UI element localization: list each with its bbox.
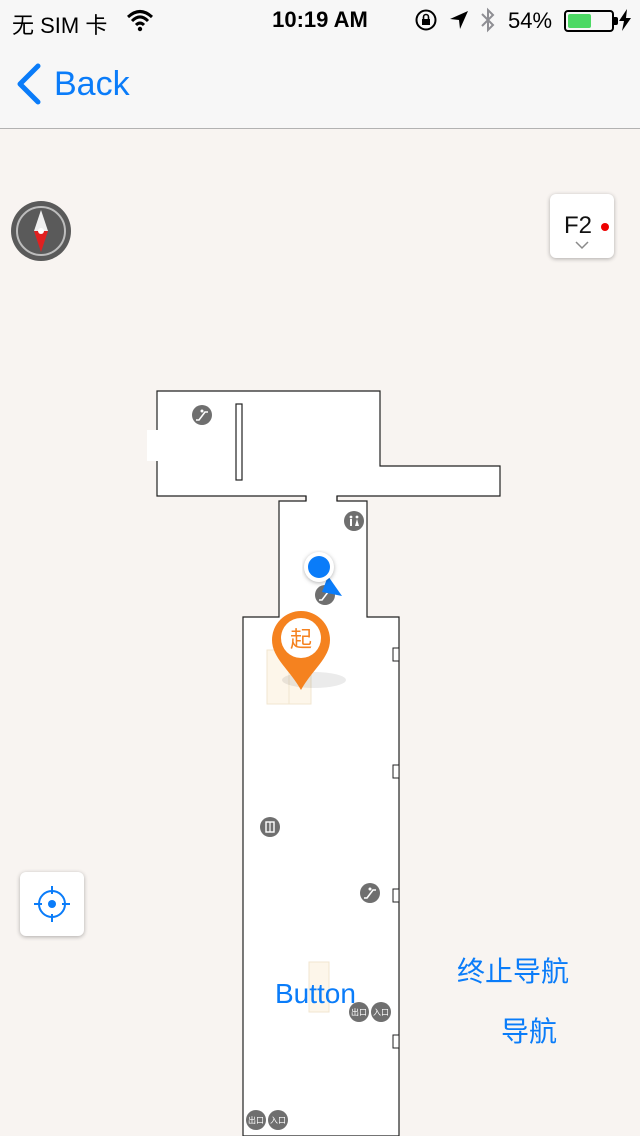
orientation-lock-icon: [415, 9, 437, 31]
status-bar: 无 SIM 卡 10:19 AM 54%: [0, 0, 640, 40]
battery-icon: [564, 10, 618, 32]
bluetooth-icon: [481, 7, 495, 33]
escalator-icon: [192, 405, 212, 425]
entrance-icon: 入口: [268, 1110, 288, 1130]
entrance-icon: 入口: [371, 1002, 391, 1022]
user-location-icon: [304, 552, 342, 596]
start-marker-label: 起: [290, 628, 312, 653]
floor-selector[interactable]: F2: [550, 194, 614, 258]
generic-button[interactable]: Button: [275, 978, 356, 1010]
chevron-left-icon: [17, 63, 41, 105]
back-label: Back: [54, 64, 130, 103]
elevator-icon: [260, 817, 280, 837]
stop-navigation-button[interactable]: 终止导航: [457, 950, 569, 990]
floor-indicator-dot: [601, 223, 609, 231]
charging-bolt-icon: [619, 9, 631, 31]
exit-icon: 出口: [246, 1110, 266, 1130]
indoor-map[interactable]: 出口 入口 出口 入口 F2 起 Button 终止导航 导航: [0, 130, 640, 1136]
locate-me-button[interactable]: [20, 872, 84, 936]
location-arrow-icon: [450, 11, 468, 29]
crosshair-icon: [34, 886, 70, 922]
back-button[interactable]: Back: [14, 62, 130, 106]
navigation-bar: Back: [0, 40, 640, 129]
start-marker-icon: 起: [272, 611, 346, 690]
battery-level: [568, 14, 591, 28]
navigate-button[interactable]: 导航: [501, 1010, 557, 1050]
battery-percent: 54%: [508, 8, 553, 33]
restroom-icon: [344, 511, 364, 531]
chevron-down-icon: [575, 241, 589, 250]
compass-icon[interactable]: [10, 200, 72, 262]
escalator-icon: [360, 883, 380, 903]
